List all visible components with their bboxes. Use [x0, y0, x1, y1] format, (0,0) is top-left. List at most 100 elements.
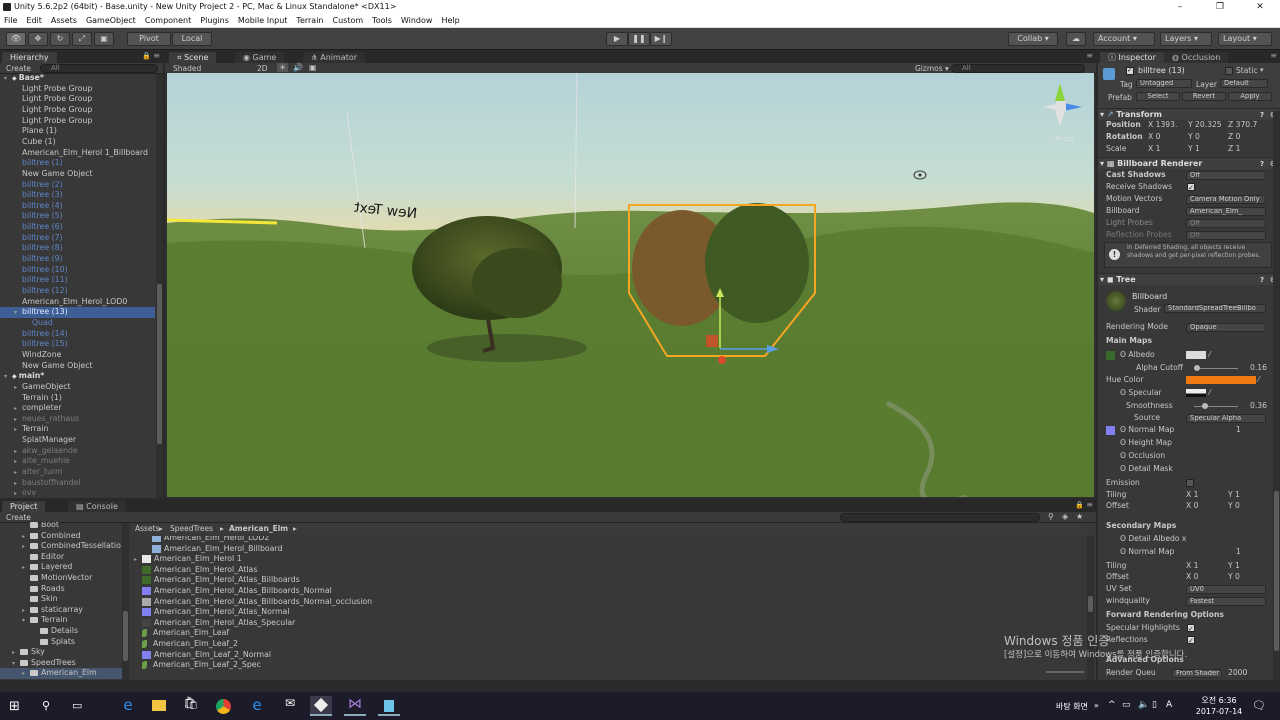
- asset-item[interactable]: American_Elm_Herol_Atlas_Billboards_Norm…: [132, 586, 332, 597]
- position-y-field[interactable]: Y 20.325: [1188, 119, 1222, 131]
- hierarchy-item[interactable]: American_Elm_Herol 1_Billboard: [0, 148, 155, 159]
- offset-y-field[interactable]: Y 0: [1228, 500, 1240, 512]
- 2d-toggle[interactable]: 2D: [257, 64, 268, 73]
- breadcrumb-american-elm[interactable]: American_Elm: [229, 524, 288, 533]
- menu-terrain[interactable]: Terrain: [296, 16, 323, 25]
- offset2-y-field[interactable]: Y 0: [1228, 571, 1240, 583]
- account-dropdown[interactable]: Account ▾: [1093, 32, 1155, 46]
- active-checkbox[interactable]: [1126, 66, 1134, 75]
- static-checkbox[interactable]: [1225, 67, 1233, 75]
- foldout-arrow-icon[interactable]: ▸: [22, 669, 30, 680]
- hierarchy-scrollbar[interactable]: [156, 74, 163, 498]
- favorite-star-icon[interactable]: ★: [1076, 512, 1083, 521]
- menu-tools[interactable]: Tools: [372, 16, 392, 25]
- billboard-asset-field[interactable]: American_Elm_: [1186, 206, 1266, 216]
- hierarchy-item[interactable]: ▾ ◆ Base*: [0, 73, 155, 84]
- file-explorer-icon[interactable]: [148, 696, 170, 716]
- prefab-revert-button[interactable]: Revert: [1182, 92, 1226, 101]
- offset-x-field[interactable]: X 0: [1186, 500, 1198, 512]
- hierarchy-item[interactable]: ▸ alter_turm: [0, 467, 155, 478]
- folder-item[interactable]: ▾ Terrain: [0, 615, 122, 626]
- volume-icon[interactable]: 🔈: [1138, 700, 1149, 710]
- hierarchy-item[interactable]: billtree (8): [0, 243, 155, 254]
- cast-shadows-dropdown[interactable]: Off: [1186, 170, 1266, 180]
- tab-project[interactable]: Project: [2, 501, 46, 512]
- hierarchy-item[interactable]: billtree (11): [0, 275, 155, 286]
- asset-item[interactable]: ▸ American_Elm_Herol 1: [132, 554, 242, 565]
- pivot-toggle[interactable]: Pivot: [127, 32, 171, 46]
- hierarchy-item[interactable]: Light Probe Group: [0, 116, 155, 127]
- menu-component[interactable]: Component: [145, 16, 191, 25]
- layers-dropdown[interactable]: Layers ▾: [1160, 32, 1212, 46]
- ie-browser-icon[interactable]: e: [246, 696, 268, 716]
- filter-label-icon[interactable]: ◈: [1062, 512, 1068, 521]
- hue-color-swatch[interactable]: [1186, 376, 1256, 384]
- hierarchy-item[interactable]: New Game Object: [0, 169, 155, 180]
- audio-toggle-icon[interactable]: 🔊: [293, 63, 303, 72]
- create-dropdown[interactable]: Create: [6, 64, 31, 73]
- folder-item[interactable]: MotionVector: [0, 573, 122, 584]
- alpha-cutoff-slider[interactable]: [1194, 368, 1238, 369]
- alpha-cutoff-slider-thumb[interactable]: [1194, 365, 1200, 371]
- lighting-toggle-icon[interactable]: ☀: [277, 63, 289, 72]
- scale-x-field[interactable]: X 1: [1148, 143, 1160, 155]
- asset-item[interactable]: American_Elm_Herol_Atlas: [132, 565, 257, 576]
- normal-map-texture-thumb[interactable]: [1106, 426, 1115, 435]
- tab-animator[interactable]: ⋔ Animator: [303, 52, 366, 63]
- folder-item[interactable]: ▸ staticarray: [0, 605, 122, 616]
- folder-item[interactable]: Skin: [0, 594, 122, 605]
- rendering-mode-dropdown[interactable]: Opaque: [1186, 322, 1266, 332]
- hierarchy-item[interactable]: billtree (4): [0, 201, 155, 212]
- folder-item[interactable]: Boot: [0, 522, 122, 531]
- unity-taskbar-icon[interactable]: [310, 696, 332, 716]
- network-icon[interactable]: ▭: [1122, 700, 1131, 710]
- shading-mode-dropdown[interactable]: Shaded: [173, 64, 201, 73]
- hierarchy-item[interactable]: billtree (14): [0, 329, 155, 340]
- billboard-renderer-header[interactable]: ▾ ▦ Billboard Renderer?⚙: [1098, 157, 1280, 169]
- menu-help[interactable]: Help: [441, 16, 459, 25]
- hierarchy-item[interactable]: billtree (15): [0, 339, 155, 350]
- source-dropdown[interactable]: Specular Alpha: [1186, 413, 1266, 423]
- hierarchy-item[interactable]: ▸ Terrain: [0, 424, 155, 435]
- hierarchy-search-input[interactable]: All: [40, 64, 158, 73]
- folder-item[interactable]: ▸ American_Elm: [0, 668, 122, 679]
- hierarchy-item[interactable]: American_Elm_Herol_LOD0: [0, 297, 155, 308]
- battery-icon[interactable]: ▯: [1152, 700, 1157, 710]
- rotation-y-field[interactable]: Y 0: [1188, 131, 1200, 143]
- search-icon[interactable]: ⚲: [42, 699, 50, 712]
- hierarchy-item[interactable]: New Game Object: [0, 361, 155, 372]
- folder-item[interactable]: ▸ Sky: [0, 647, 122, 658]
- menu-file[interactable]: File: [4, 16, 17, 25]
- hierarchy-item[interactable]: Cube (1): [0, 137, 155, 148]
- tab-console[interactable]: ▤ Console: [68, 501, 126, 512]
- smoothness-slider[interactable]: [1194, 406, 1238, 407]
- foldout-arrow-icon[interactable]: ▸: [14, 489, 22, 500]
- filter-type-icon[interactable]: ⚲: [1048, 512, 1054, 521]
- render-queue-source-dropdown[interactable]: From Shader: [1172, 668, 1222, 678]
- rotation-z-field[interactable]: Z 0: [1228, 131, 1240, 143]
- project-search-input[interactable]: [840, 513, 1040, 522]
- local-toggle[interactable]: Local: [172, 32, 212, 46]
- object-name-field[interactable]: billtree (13): [1138, 66, 1185, 75]
- folder-item[interactable]: Editor: [0, 552, 122, 563]
- scene-search-input[interactable]: All: [951, 64, 1085, 73]
- inspector-menu-icon[interactable]: ≡: [1270, 51, 1277, 60]
- hierarchy-item[interactable]: billtree (2): [0, 180, 155, 191]
- specular-highlights-checkbox[interactable]: [1187, 623, 1195, 635]
- play-button[interactable]: ▶: [606, 32, 628, 46]
- hierarchy-item[interactable]: billtree (6): [0, 222, 155, 233]
- emission-checkbox[interactable]: [1186, 479, 1194, 487]
- hierarchy-item[interactable]: ▸ alte_muehle: [0, 456, 155, 467]
- rect-tool-icon[interactable]: ▣: [94, 32, 114, 46]
- hierarchy-item[interactable]: billtree (1): [0, 158, 155, 169]
- hierarchy-item[interactable]: ▾ billtree (13): [0, 307, 155, 318]
- tag-dropdown[interactable]: Untagged: [1136, 79, 1192, 88]
- albedo-color-swatch[interactable]: [1186, 351, 1206, 359]
- asset-item[interactable]: American_Elm_Leaf: [132, 628, 229, 639]
- notification-icon[interactable]: 🗨: [1252, 699, 1266, 712]
- tray-expand-icon[interactable]: ^: [1108, 700, 1116, 710]
- windows-start-icon[interactable]: ⊞: [9, 699, 20, 714]
- albedo-texture-thumb[interactable]: [1106, 351, 1115, 360]
- folder-tree-scroll-thumb[interactable]: [123, 611, 128, 661]
- eyedropper-icon[interactable]: ⁄: [1209, 387, 1210, 399]
